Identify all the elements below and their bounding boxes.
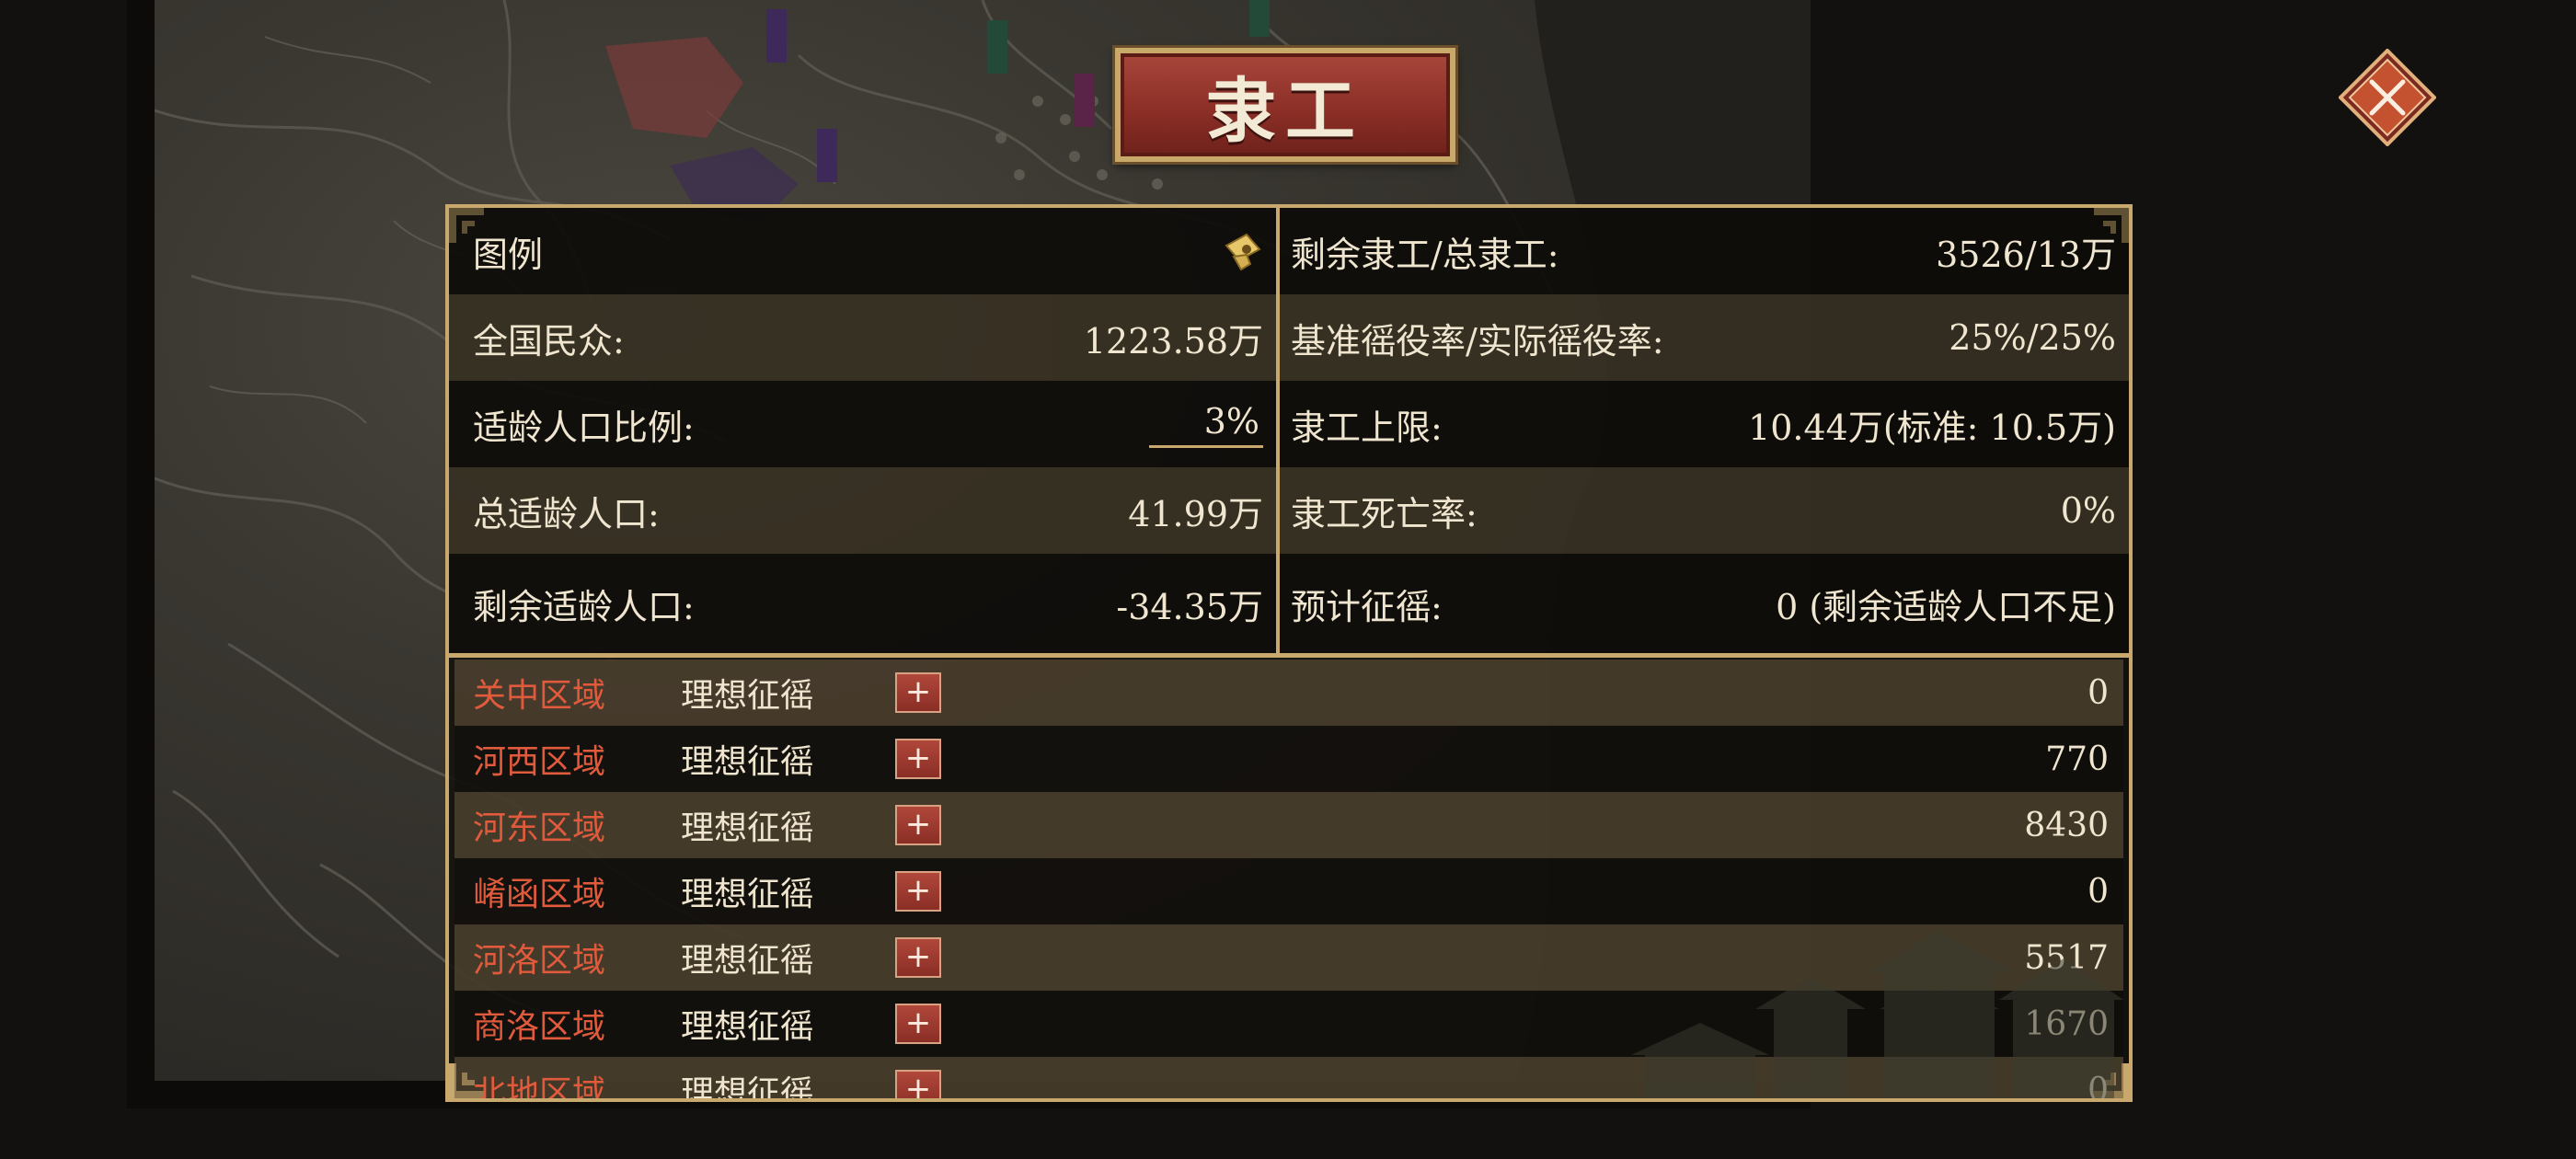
total-age-pop-row: 总适龄人口: 41.99万: [449, 467, 1276, 554]
remaining-laborers-label: 剩余隶工/总隶工:: [1291, 234, 1559, 275]
add-button[interactable]: +: [895, 805, 941, 845]
add-button[interactable]: +: [895, 739, 941, 779]
expected-levy-value: 0 (剩余适龄人口不足): [1776, 586, 2116, 627]
laborer-cap-value: 10.44万(标准: 10.5万): [1748, 407, 2116, 448]
region-name: 商洛区域: [473, 1008, 606, 1046]
add-button[interactable]: +: [895, 937, 941, 978]
region-name: 崤函区域: [473, 876, 606, 913]
death-rate-row: 隶工死亡率: 0%: [1280, 467, 2129, 554]
remaining-age-pop-label: 剩余适龄人口:: [473, 586, 695, 627]
region-mode[interactable]: 理想征徭: [681, 669, 813, 717]
remaining-age-pop-row: 剩余适龄人口: -34.35万: [449, 554, 1276, 653]
legend-label: 图例: [473, 234, 544, 275]
population-row: 全国民众: 1223.58万: [449, 294, 1276, 381]
region-value: 0: [2087, 673, 2109, 712]
remaining-laborers-value: 3526/13万: [1936, 234, 2116, 275]
total-age-pop-value: 41.99万: [1128, 493, 1263, 534]
add-button[interactable]: +: [895, 1004, 941, 1044]
list-item: 关中区域 理想征徭 + 0: [454, 660, 2123, 726]
death-rate-value: 0%: [2060, 490, 2116, 531]
region-value: 770: [2045, 740, 2109, 778]
title-plaque: 隶工: [1112, 45, 1458, 165]
region-name: 关中区域: [473, 677, 606, 715]
list-item: 北地区域 理想征徭 + 0: [454, 1057, 2123, 1102]
region-value: 5517: [2024, 938, 2109, 977]
add-button[interactable]: +: [895, 672, 941, 713]
remaining-laborers-row: 剩余隶工/总隶工: 3526/13万: [1280, 208, 2129, 294]
region-name: 河洛区域: [473, 942, 606, 980]
list-item: 河东区域 理想征徭 + 8430: [454, 792, 2123, 858]
section-divider: [449, 653, 2129, 658]
age-ratio-input[interactable]: 3%: [1148, 401, 1263, 448]
region-name: 河西区域: [473, 743, 606, 781]
add-button[interactable]: +: [895, 1070, 941, 1098]
close-button[interactable]: [2338, 48, 2437, 147]
corvee-panel: 图例 全国民众: 1223.58万 适龄人口比例: 3% 总适龄人口: 41.9…: [445, 204, 2133, 1102]
list-item: 河洛区域 理想征徭 + 5517: [454, 924, 2123, 991]
list-item: 河西区域 理想征徭 + 770: [454, 726, 2123, 792]
region-mode[interactable]: 理想征徭: [681, 867, 813, 915]
population-value: 1223.58万: [1083, 320, 1263, 361]
region-value: 0: [2087, 872, 2109, 911]
remaining-age-pop-value: -34.35万: [1116, 586, 1263, 627]
total-age-pop-label: 总适龄人口:: [473, 493, 660, 534]
game-screen: 隶工 图例 全国民众: 1223.58万 适龄人口比例: 3% 总适龄人口: 4…: [0, 0, 2576, 1159]
laborer-cap-label: 隶工上限:: [1291, 407, 1443, 448]
expected-levy-row: 预计征徭: 0 (剩余适龄人口不足): [1280, 554, 2129, 653]
region-value: 0: [2087, 1071, 2109, 1102]
page-title: 隶工: [1206, 70, 1364, 152]
region-mode[interactable]: 理想征徭: [681, 801, 813, 849]
region-mode[interactable]: 理想征徭: [681, 1000, 813, 1048]
region-mode[interactable]: 理想征徭: [681, 735, 813, 783]
region-list[interactable]: 关中区域 理想征徭 + 0 河西区域 理想征徭 + 770 河东区域 理想征徭 …: [454, 660, 2123, 1102]
legend-scroll-icon[interactable]: [1219, 229, 1263, 273]
region-name: 北地区域: [473, 1074, 606, 1102]
add-button[interactable]: +: [895, 871, 941, 912]
age-ratio-row: 适龄人口比例: 3%: [449, 381, 1276, 467]
population-label: 全国民众:: [473, 320, 625, 361]
region-value: 1670: [2024, 1004, 2109, 1043]
region-value: 8430: [2024, 806, 2109, 844]
legend-row[interactable]: 图例: [449, 208, 1276, 294]
stats-block: 图例 全国民众: 1223.58万 适龄人口比例: 3% 总适龄人口: 41.9…: [449, 208, 2129, 653]
expected-levy-label: 预计征徭:: [1291, 586, 1443, 627]
laborer-cap-row: 隶工上限: 10.44万(标准: 10.5万): [1280, 381, 2129, 467]
corvee-rate-label: 基准徭役率/实际徭役率:: [1291, 320, 1664, 361]
corvee-rate-row: 基准徭役率/实际徭役率: 25%/25%: [1280, 294, 2129, 381]
corvee-rate-value: 25%/25%: [1949, 317, 2116, 358]
region-mode[interactable]: 理想征徭: [681, 1066, 813, 1098]
age-ratio-label: 适龄人口比例:: [473, 407, 695, 448]
close-x-icon: [2338, 48, 2437, 147]
region-mode[interactable]: 理想征徭: [681, 934, 813, 981]
death-rate-label: 隶工死亡率:: [1291, 493, 1478, 534]
region-name: 河东区域: [473, 809, 606, 847]
list-item: 商洛区域 理想征徭 + 1670: [454, 991, 2123, 1057]
list-item: 崤函区域 理想征徭 + 0: [454, 858, 2123, 924]
